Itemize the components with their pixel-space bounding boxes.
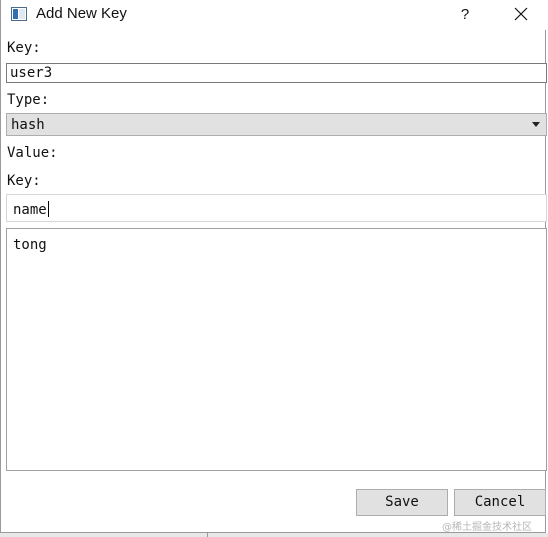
window-title: Add New Key [36, 5, 127, 22]
divider [207, 533, 208, 537]
add-new-key-dialog: Add New Key ? Key: Type: hash Value: Key… [0, 0, 547, 533]
app-window-icon [11, 7, 27, 21]
chevron-down-icon [532, 122, 540, 127]
close-icon [514, 7, 528, 21]
cancel-button[interactable]: Cancel [454, 489, 546, 516]
key-input[interactable] [6, 63, 547, 83]
hash-key-input[interactable]: name [6, 194, 547, 222]
key-label: Key: [7, 40, 41, 56]
background-window-strip [0, 533, 548, 537]
help-button[interactable]: ? [453, 2, 477, 28]
save-button[interactable]: Save [356, 489, 448, 516]
value-label: Value: [7, 145, 58, 161]
close-button[interactable] [507, 2, 535, 28]
hash-value-textarea[interactable]: tong [6, 228, 547, 471]
hash-key-label: Key: [7, 173, 41, 189]
hash-value-text: tong [13, 237, 47, 253]
title-bar: Add New Key ? [1, 0, 547, 30]
type-select[interactable]: hash [6, 113, 547, 136]
type-selected-value: hash [11, 117, 45, 133]
watermark-text: @稀土掘金技术社区 [442, 522, 532, 533]
type-label: Type: [7, 92, 50, 108]
hash-key-text: name [13, 201, 49, 218]
